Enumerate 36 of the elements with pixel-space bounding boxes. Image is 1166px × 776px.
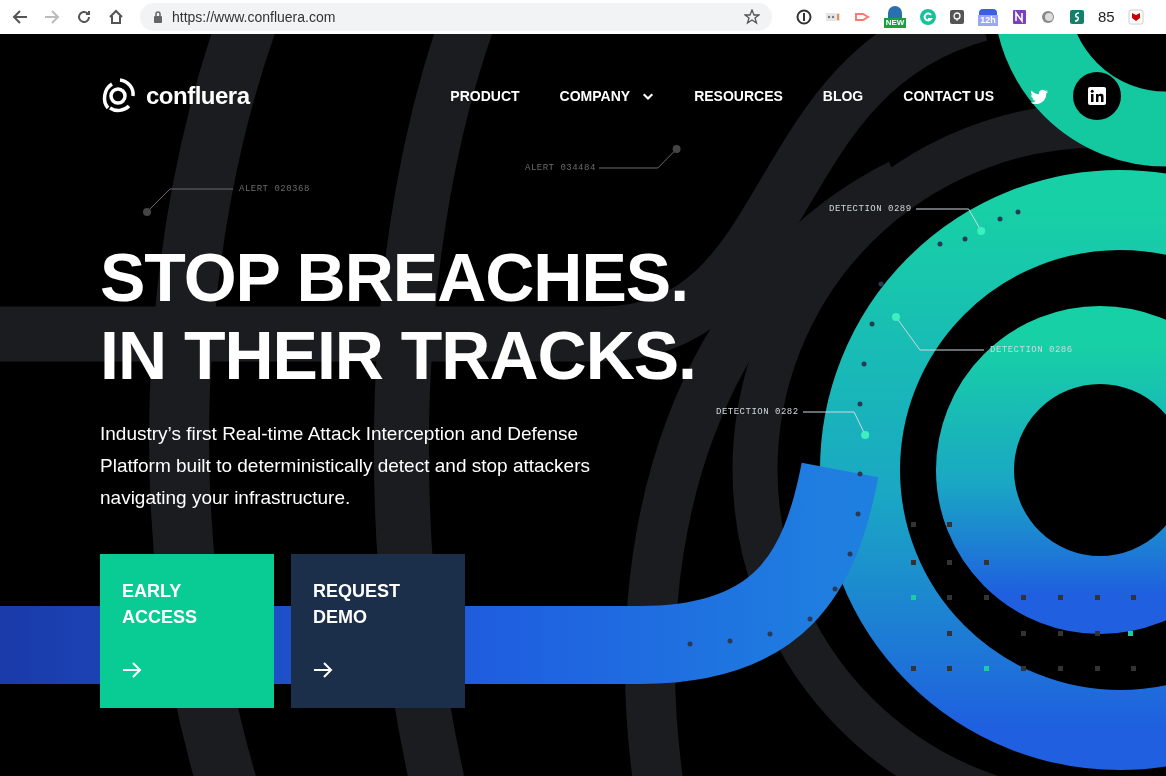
request-demo-button[interactable]: REQUEST DEMO bbox=[291, 554, 465, 708]
nav-link[interactable]: PRODUCT bbox=[450, 85, 520, 107]
timer-badge: 12h bbox=[978, 14, 998, 26]
count-extension[interactable]: 85 bbox=[1098, 5, 1115, 29]
arrow-right-icon bbox=[122, 660, 142, 680]
callout-label: DETECTION 0289 bbox=[829, 203, 912, 216]
nav-link[interactable]: RESOURCES bbox=[694, 85, 783, 107]
lock-icon bbox=[152, 10, 164, 24]
nav-link[interactable]: BLOG bbox=[822, 85, 864, 107]
script-icon[interactable] bbox=[1069, 9, 1085, 25]
notebook-icon[interactable] bbox=[1011, 9, 1027, 25]
back-icon[interactable] bbox=[12, 9, 28, 25]
orb-icon[interactable] bbox=[1040, 9, 1056, 25]
linkedin-icon bbox=[1088, 87, 1106, 105]
bulb-icon[interactable] bbox=[949, 9, 965, 25]
arrow-right-icon bbox=[313, 660, 333, 680]
star-icon[interactable] bbox=[744, 9, 760, 25]
callout-label: DETECTION 0282 bbox=[716, 406, 799, 419]
address-bar[interactable]: https://www.confluera.com bbox=[140, 3, 772, 31]
reload-icon[interactable] bbox=[76, 9, 92, 25]
logo-icon bbox=[100, 77, 138, 115]
shield-icon[interactable] bbox=[1127, 9, 1144, 25]
callout-label: DETECTION 0286 bbox=[990, 344, 1073, 357]
callout-label: ALERT 020368 bbox=[239, 183, 310, 196]
new-badge: NEW bbox=[883, 18, 907, 28]
logo-text[interactable]: confluera bbox=[146, 84, 250, 108]
callout-label: ALERT 034484 bbox=[525, 162, 596, 175]
nav-link[interactable]: COMPANY bbox=[559, 85, 655, 107]
twitter-icon[interactable] bbox=[1030, 88, 1049, 104]
headline: IN THEIR TRACKS. bbox=[100, 316, 696, 394]
home-icon[interactable] bbox=[108, 9, 124, 25]
headline: STOP BREACHES. bbox=[100, 238, 689, 316]
hero-description: Industry’s first Real-time Attack Interception and Defense Platform built to deterministically detect and stop attackers navigating your infrastructure. bbox=[100, 422, 591, 510]
url-text: https://www.confluera.com bbox=[172, 7, 336, 27]
nav-link[interactable]: CONTACT US bbox=[903, 85, 994, 107]
info-icon[interactable] bbox=[796, 9, 812, 25]
